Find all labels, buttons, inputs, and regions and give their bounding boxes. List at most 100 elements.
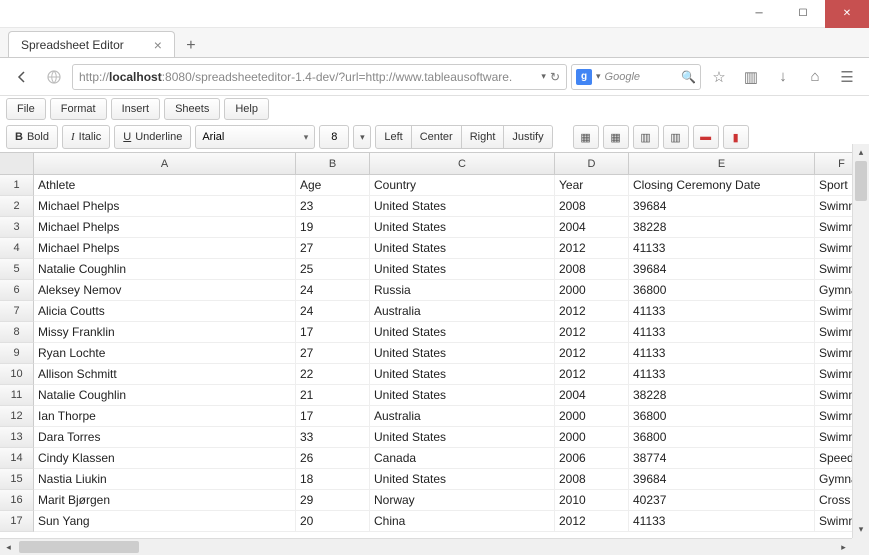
cell[interactable]: Marit Bjørgen <box>34 490 296 511</box>
align-right-button[interactable]: Right <box>461 125 505 149</box>
cell[interactable]: 2012 <box>555 343 629 364</box>
cell[interactable]: 24 <box>296 301 370 322</box>
cell[interactable]: 2010 <box>555 490 629 511</box>
menu-insert[interactable]: Insert <box>111 98 161 120</box>
cell[interactable]: 17 <box>296 406 370 427</box>
scroll-right-icon[interactable]: ▸ <box>835 539 852 555</box>
library-icon[interactable]: ▥ <box>737 63 765 91</box>
align-center-button[interactable]: Center <box>411 125 462 149</box>
cell[interactable]: 41133 <box>629 343 815 364</box>
underline-button[interactable]: UUnderline <box>114 125 191 149</box>
cell[interactable]: Natalie Coughlin <box>34 259 296 280</box>
cell[interactable]: United States <box>370 322 555 343</box>
italic-button[interactable]: IItalic <box>62 125 110 149</box>
cell[interactable]: Cindy Klassen <box>34 448 296 469</box>
cell[interactable]: 2012 <box>555 238 629 259</box>
row-header[interactable]: 6 <box>0 280 34 301</box>
cell[interactable]: China <box>370 511 555 532</box>
url-dropdown-icon[interactable]: ▾ <box>541 71 546 82</box>
row-header[interactable]: 11 <box>0 385 34 406</box>
cell[interactable]: 2012 <box>555 511 629 532</box>
scroll-down-icon[interactable]: ▾ <box>853 521 869 538</box>
cell[interactable]: 26 <box>296 448 370 469</box>
cell[interactable]: Australia <box>370 301 555 322</box>
horizontal-scrollbar[interactable]: ◂ ▸ <box>0 538 852 555</box>
row-header[interactable]: 14 <box>0 448 34 469</box>
cell[interactable]: Russia <box>370 280 555 301</box>
minimize-button[interactable]: ─ <box>737 0 781 28</box>
row-header[interactable]: 7 <box>0 301 34 322</box>
cell[interactable]: 38228 <box>629 217 815 238</box>
cell[interactable]: 2012 <box>555 322 629 343</box>
cell[interactable]: 2000 <box>555 280 629 301</box>
cell[interactable]: Michael Phelps <box>34 238 296 259</box>
cell[interactable]: 36800 <box>629 280 815 301</box>
cell[interactable]: Natalie Coughlin <box>34 385 296 406</box>
cell[interactable]: 2006 <box>555 448 629 469</box>
cell[interactable]: United States <box>370 427 555 448</box>
browser-tab[interactable]: Spreadsheet Editor × <box>8 31 175 57</box>
cell[interactable]: 39684 <box>629 196 815 217</box>
cell[interactable]: 2004 <box>555 385 629 406</box>
cell[interactable]: Australia <box>370 406 555 427</box>
scroll-left-icon[interactable]: ◂ <box>0 539 17 555</box>
search-engine-dropdown-icon[interactable]: ▾ <box>596 71 601 82</box>
cell[interactable]: Sun Yang <box>34 511 296 532</box>
scroll-up-icon[interactable]: ▴ <box>853 144 869 161</box>
align-left-button[interactable]: Left <box>375 125 411 149</box>
cell[interactable]: Missy Franklin <box>34 322 296 343</box>
cell[interactable]: 2000 <box>555 427 629 448</box>
cell[interactable]: 23 <box>296 196 370 217</box>
cell[interactable]: 39684 <box>629 469 815 490</box>
downloads-icon[interactable]: ↓ <box>769 63 797 91</box>
cell[interactable]: United States <box>370 385 555 406</box>
cell[interactable]: 38774 <box>629 448 815 469</box>
cell[interactable]: 2012 <box>555 301 629 322</box>
font-size-step[interactable]: ▾ <box>353 125 371 149</box>
cell[interactable]: Ian Thorpe <box>34 406 296 427</box>
delete-col-icon[interactable]: ▮ <box>723 125 749 149</box>
cell[interactable]: United States <box>370 343 555 364</box>
cell[interactable]: 41133 <box>629 364 815 385</box>
tab-close-icon[interactable]: × <box>154 38 162 52</box>
reload-icon[interactable]: ↻ <box>550 70 560 84</box>
cell[interactable]: Closing Ceremony Date <box>629 175 815 196</box>
row-header[interactable]: 8 <box>0 322 34 343</box>
cell[interactable]: Canada <box>370 448 555 469</box>
delete-row-icon[interactable]: ▬ <box>693 125 719 149</box>
scroll-thumb[interactable] <box>19 541 139 553</box>
align-justify-button[interactable]: Justify <box>503 125 552 149</box>
menu-format[interactable]: Format <box>50 98 107 120</box>
row-header[interactable]: 1 <box>0 175 34 196</box>
cell[interactable]: 20 <box>296 511 370 532</box>
row-header[interactable]: 12 <box>0 406 34 427</box>
menu-help[interactable]: Help <box>224 98 269 120</box>
cell[interactable]: Ryan Lochte <box>34 343 296 364</box>
insert-col-after-icon[interactable]: ▥ <box>663 125 689 149</box>
bold-button[interactable]: BBold <box>6 125 58 149</box>
font-size-select[interactable]: 8 <box>319 125 349 149</box>
cell[interactable]: 33 <box>296 427 370 448</box>
cell[interactable]: United States <box>370 259 555 280</box>
cell[interactable]: 27 <box>296 343 370 364</box>
cell[interactable]: 41133 <box>629 301 815 322</box>
column-header[interactable]: B <box>296 153 370 175</box>
cell[interactable]: 36800 <box>629 406 815 427</box>
cell[interactable]: 2000 <box>555 406 629 427</box>
cell[interactable]: 41133 <box>629 238 815 259</box>
row-header[interactable]: 3 <box>0 217 34 238</box>
cell[interactable]: United States <box>370 217 555 238</box>
cell[interactable]: 22 <box>296 364 370 385</box>
close-button[interactable]: ✕ <box>825 0 869 28</box>
cell[interactable]: United States <box>370 364 555 385</box>
cell[interactable]: 27 <box>296 238 370 259</box>
cell[interactable]: 19 <box>296 217 370 238</box>
spreadsheet-grid[interactable]: ABCDEF1AthleteAgeCountryYearClosing Cere… <box>0 152 869 538</box>
select-all-corner[interactable] <box>0 153 34 175</box>
column-header[interactable]: C <box>370 153 555 175</box>
insert-col-before-icon[interactable]: ▥ <box>633 125 659 149</box>
cell[interactable]: Dara Torres <box>34 427 296 448</box>
menu-icon[interactable]: ☰ <box>833 63 861 91</box>
cell[interactable]: Nastia Liukin <box>34 469 296 490</box>
cell[interactable]: 17 <box>296 322 370 343</box>
